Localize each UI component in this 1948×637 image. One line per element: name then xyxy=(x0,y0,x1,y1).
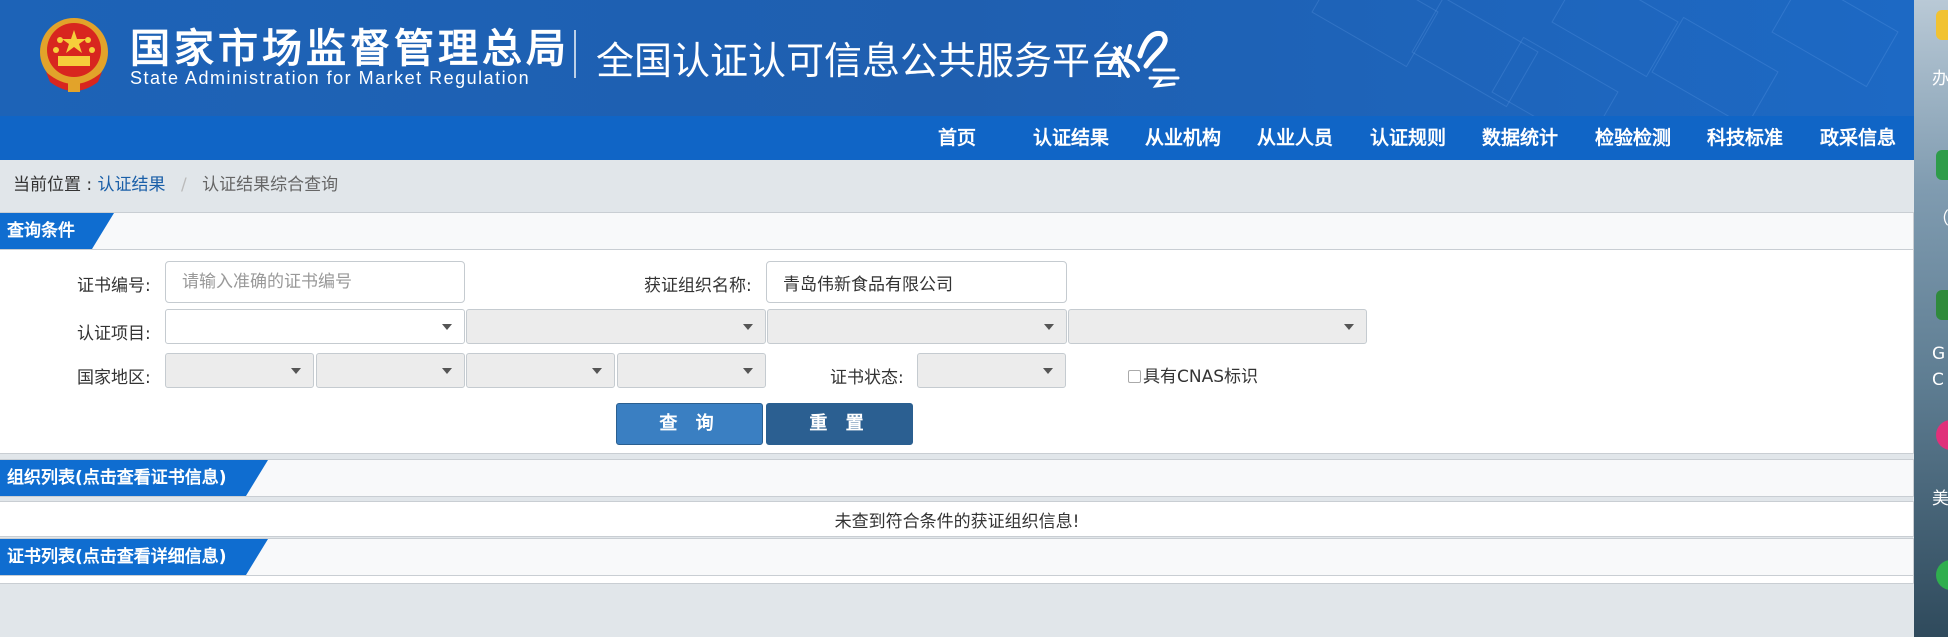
chevron-down-icon xyxy=(1043,368,1053,374)
org-name-cn: 国家市场监督管理总局 xyxy=(130,26,570,72)
folder-icon xyxy=(1936,10,1948,40)
platform-title: 全国认证认可信息公共服务平台 xyxy=(596,39,1129,83)
cert-list-header: 证书列表(点击查看详细信息) xyxy=(0,538,1914,576)
cert-no-input[interactable] xyxy=(165,261,465,303)
org-name-input[interactable] xyxy=(766,261,1067,303)
desktop-text-5: 美 xyxy=(1932,489,1948,509)
nav-item-standards[interactable]: 科技标准 xyxy=(1707,116,1783,160)
desktop-text-1: 办 xyxy=(1932,69,1948,89)
app-icon xyxy=(1936,150,1948,180)
app-icon xyxy=(1936,290,1948,320)
org-list-title: 组织列表(点击查看证书信息) xyxy=(0,460,268,496)
cloud-logo-icon xyxy=(1108,30,1180,88)
header-divider xyxy=(574,30,576,78)
chevron-down-icon xyxy=(291,368,301,374)
cnas-label: 具有CNAS标识 xyxy=(1143,367,1259,387)
page: 国家市场监督管理总局 State Administration for Mark… xyxy=(0,0,1914,637)
query-panel-title: 查询条件 xyxy=(0,213,114,249)
breadcrumb-link-cert-results[interactable]: 认证结果 xyxy=(98,175,166,195)
org-name-label: 获证组织名称: xyxy=(644,276,752,296)
region-select-3[interactable] xyxy=(466,353,615,388)
nav-item-home[interactable]: 首页 xyxy=(938,116,976,160)
region-select-2[interactable] xyxy=(316,353,465,388)
org-list-header: 组织列表(点击查看证书信息) xyxy=(0,459,1914,497)
nav-item-statistics[interactable]: 数据统计 xyxy=(1482,116,1558,160)
breadcrumb-prefix: 当前位置 : xyxy=(13,175,93,195)
query-panel-header: 查询条件 xyxy=(0,212,1914,250)
main-nav: 首页 认证结果 从业机构 从业人员 认证规则 数据统计 检验检测 科技标准 政采… xyxy=(0,116,1914,160)
reset-button[interactable]: 重 置 xyxy=(766,403,913,445)
chevron-down-icon xyxy=(743,368,753,374)
app-icon xyxy=(1936,420,1948,450)
status-label: 证书状态: xyxy=(830,368,904,388)
cert-list-body xyxy=(0,576,1914,584)
query-button[interactable]: 查 询 xyxy=(616,403,763,445)
status-select[interactable] xyxy=(917,353,1066,388)
nav-item-personnel[interactable]: 从业人员 xyxy=(1257,116,1333,160)
chevron-down-icon xyxy=(743,324,753,330)
breadcrumb: 当前位置 : 认证结果 / 认证结果综合查询 xyxy=(13,170,338,195)
project-select-1[interactable] xyxy=(165,309,465,344)
desktop-text-4: C xyxy=(1932,370,1944,390)
region-select-1[interactable] xyxy=(165,353,314,388)
region-label: 国家地区: xyxy=(77,368,151,388)
nav-item-cert-results[interactable]: 认证结果 xyxy=(1033,116,1109,160)
project-label: 认证项目: xyxy=(77,324,151,344)
nav-item-institutions[interactable]: 从业机构 xyxy=(1145,116,1221,160)
chevron-down-icon xyxy=(1044,324,1054,330)
cert-no-label: 证书编号: xyxy=(77,276,151,296)
national-emblem-icon xyxy=(40,18,108,92)
cnas-checkbox[interactable] xyxy=(1128,370,1141,383)
breadcrumb-separator: / xyxy=(180,175,187,195)
nav-item-rules[interactable]: 认证规则 xyxy=(1370,116,1446,160)
desktop-edge: 办 （花 G C 美 xyxy=(1914,0,1948,637)
org-name-en: State Administration for Market Regulati… xyxy=(130,68,531,88)
region-select-4[interactable] xyxy=(617,353,766,388)
cert-list-title: 证书列表(点击查看详细信息) xyxy=(0,539,268,575)
site-header: 国家市场监督管理总局 State Administration for Mark… xyxy=(0,0,1914,116)
cnas-checkbox-wrap[interactable]: 具有CNAS标识 xyxy=(1128,362,1258,387)
desktop-text-3: G xyxy=(1932,344,1946,364)
chevron-down-icon xyxy=(442,324,452,330)
desktop-text-2: （花 xyxy=(1932,209,1948,229)
org-list-empty-message: 未查到符合条件的获证组织信息! xyxy=(834,512,1080,532)
breadcrumb-current: 认证结果综合查询 xyxy=(202,175,339,195)
chevron-down-icon xyxy=(1344,324,1354,330)
project-select-3[interactable] xyxy=(767,309,1067,344)
chevron-down-icon xyxy=(442,368,452,374)
nav-item-procurement[interactable]: 政采信息 xyxy=(1820,116,1896,160)
app-icon xyxy=(1936,560,1948,590)
project-select-2[interactable] xyxy=(466,309,766,344)
project-select-4[interactable] xyxy=(1068,309,1367,344)
nav-item-inspection[interactable]: 检验检测 xyxy=(1595,116,1671,160)
chevron-down-icon xyxy=(592,368,602,374)
